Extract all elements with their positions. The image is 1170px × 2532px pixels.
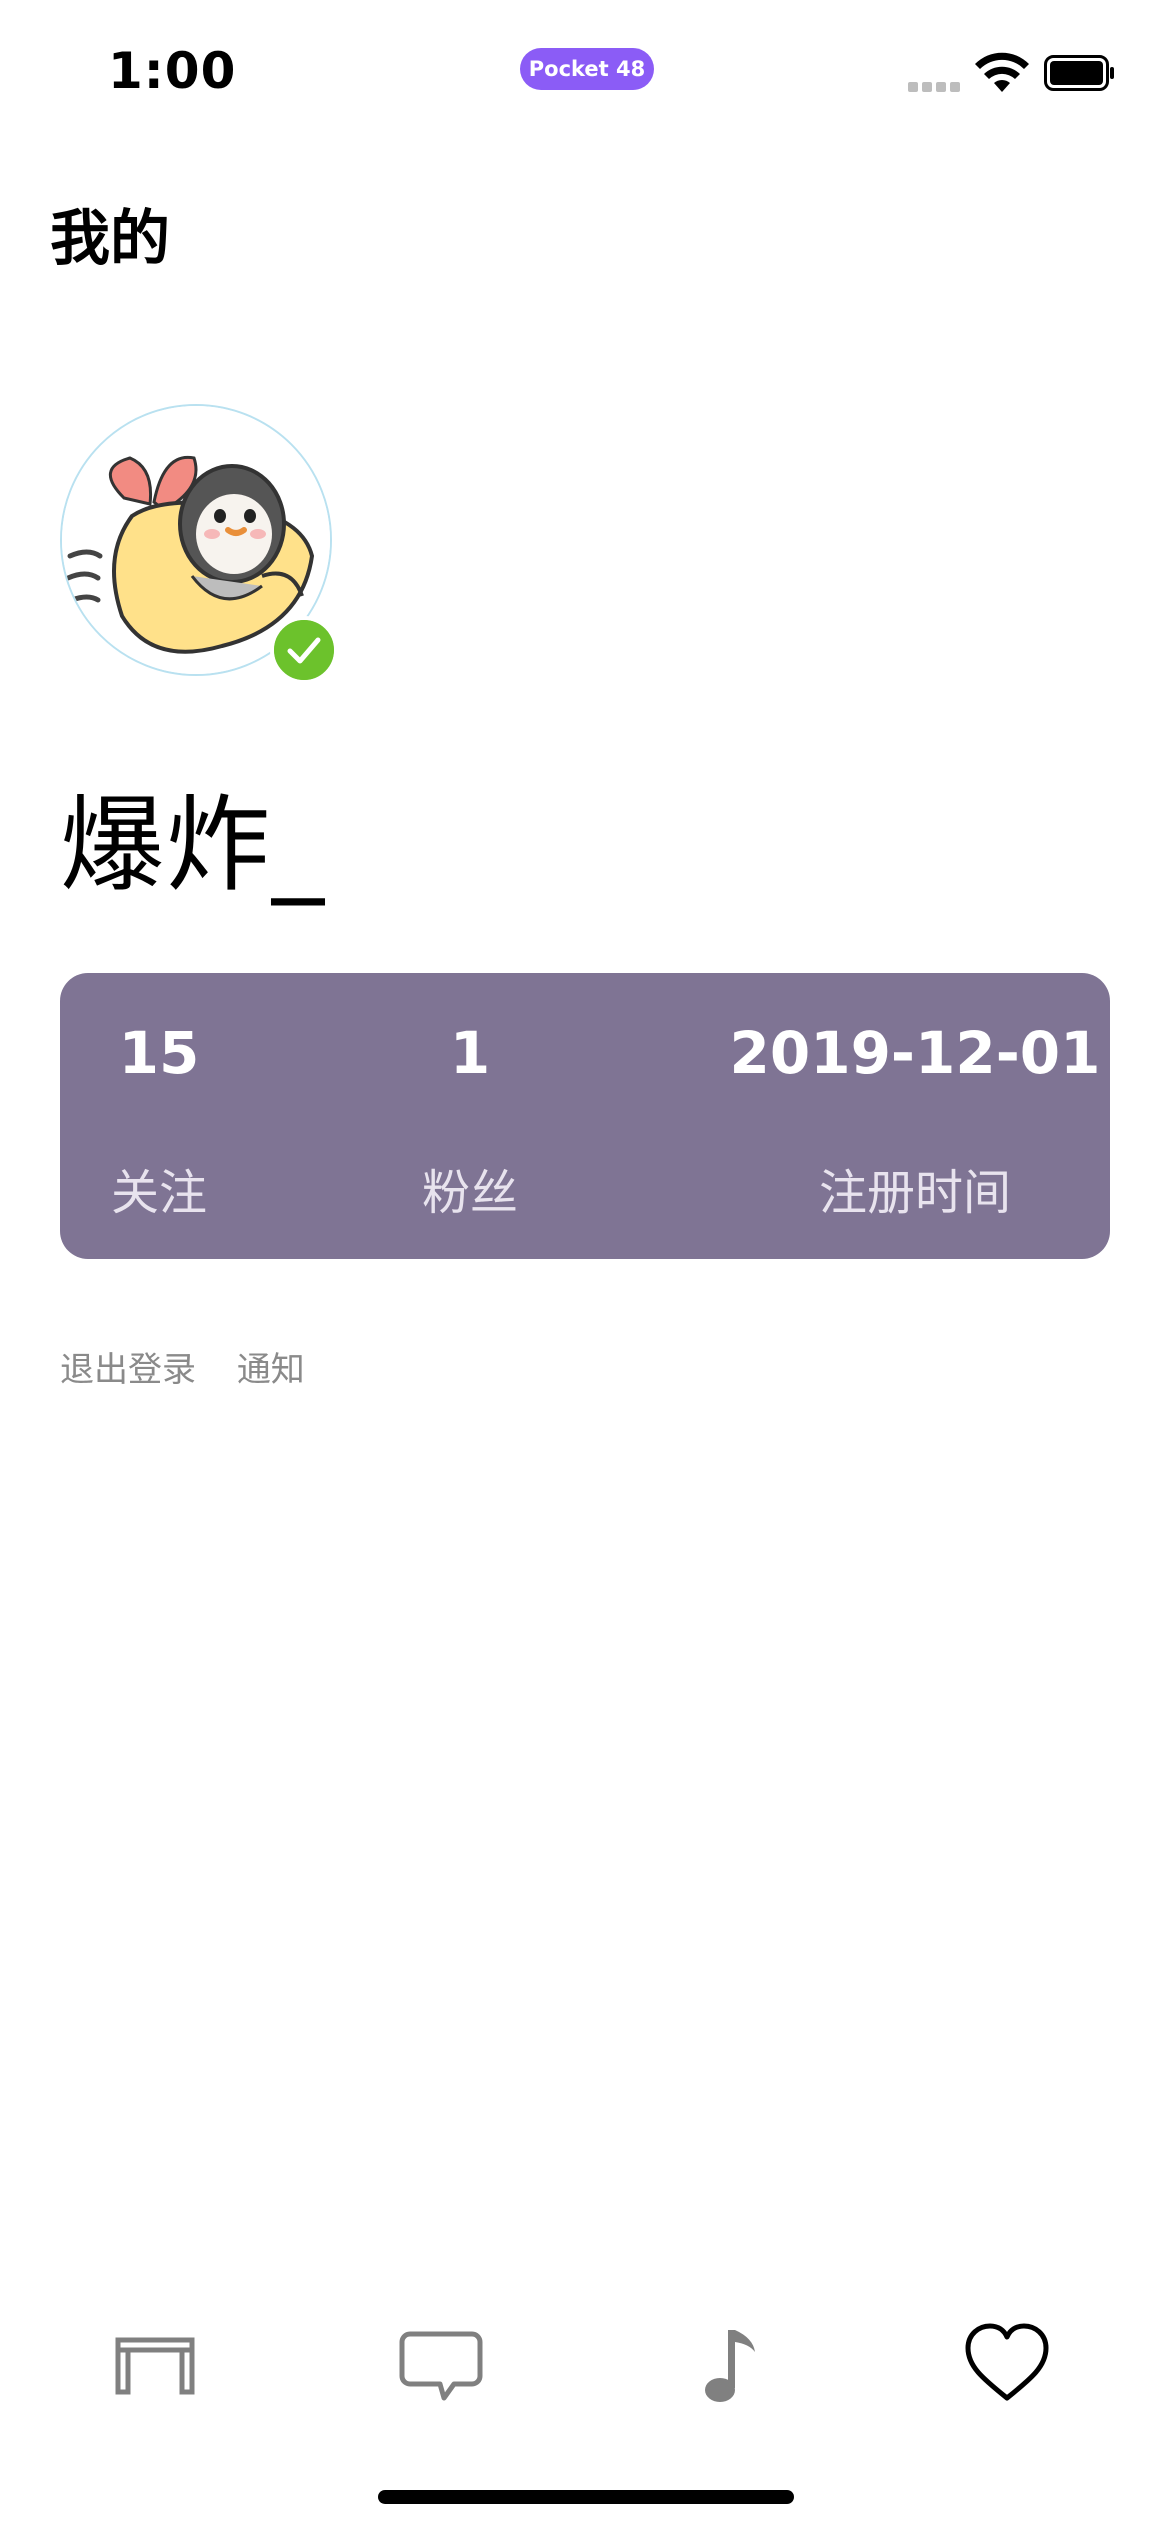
username: 爆炸_ [60, 784, 327, 906]
stat-following[interactable]: 15 关注 [60, 973, 258, 1259]
verified-check-icon [270, 616, 338, 684]
table-icon[interactable] [110, 2320, 200, 2410]
cellular-signal-icon [908, 82, 964, 94]
page-title: 我的 [50, 204, 170, 274]
tab-bar [0, 2290, 1170, 2430]
profile-links: 退出登录 通知 [60, 1342, 335, 1391]
stat-register-date-label: 注册时间 [818, 1165, 1011, 1221]
wifi-icon [975, 52, 1029, 92]
stat-following-value: 15 [118, 1019, 200, 1087]
chat-bubble-icon[interactable] [396, 2320, 486, 2410]
stat-fans[interactable]: 1 粉丝 [370, 973, 570, 1259]
logout-link[interactable]: 退出登录 [60, 1350, 196, 1390]
status-time: 1:00 [108, 42, 237, 100]
music-note-icon[interactable] [682, 2320, 772, 2410]
stat-fans-value: 1 [449, 1019, 491, 1087]
stats-card: 15 关注 1 粉丝 2019-12-01 注册时间 [60, 973, 1110, 1259]
heart-icon[interactable] [962, 2320, 1052, 2410]
stat-register-date: 2019-12-01 注册时间 [720, 973, 1110, 1259]
stat-register-date-value: 2019-12-01 [729, 1019, 1101, 1087]
notification-link[interactable]: 通知 [237, 1350, 305, 1390]
stat-following-label: 关注 [110, 1165, 207, 1221]
stat-fans-label: 粉丝 [421, 1165, 518, 1221]
battery-icon [1044, 55, 1114, 91]
app-indicator-pill[interactable]: Pocket 48 [520, 48, 654, 90]
home-indicator [378, 2490, 794, 2504]
status-bar: 1:00 Pocket 48 [0, 0, 1170, 140]
